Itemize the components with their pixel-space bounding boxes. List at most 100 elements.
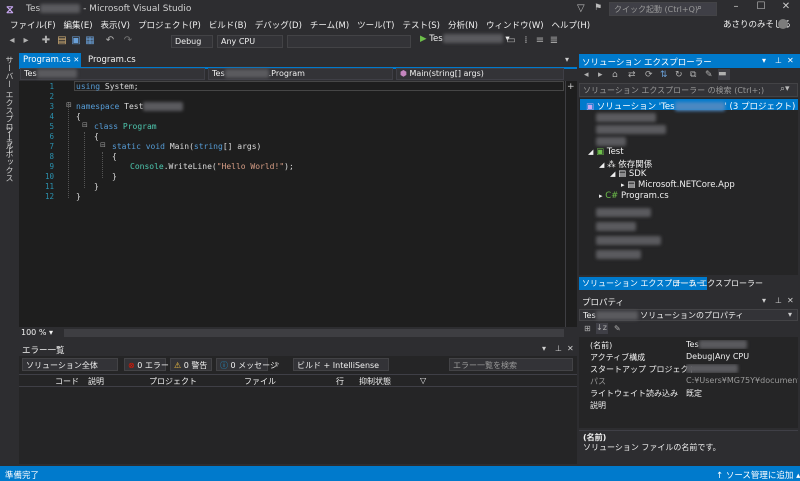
alphabetical-icon[interactable]: ↓z bbox=[596, 323, 608, 334]
menu-analyze[interactable]: 分析(N) bbox=[444, 19, 482, 31]
property-value[interactable]: C:¥Users¥MG75Y¥documents¥vi bbox=[686, 376, 798, 385]
menu-test[interactable]: テスト(S) bbox=[398, 19, 444, 31]
tree-item-project[interactable]: ◢ ▣ Test bbox=[588, 147, 624, 157]
forward-icon[interactable]: ▸ bbox=[598, 70, 603, 80]
tree-item-sdk[interactable]: ◢ ▤ SDK bbox=[610, 169, 646, 179]
menu-view[interactable]: 表示(V) bbox=[97, 19, 134, 31]
preview-icon[interactable]: ▬ bbox=[718, 69, 730, 80]
errors-filter-button[interactable]: ⊗ 0 エラー bbox=[124, 358, 169, 371]
column-file[interactable]: ファイル bbox=[244, 376, 276, 387]
uncomment-icon[interactable]: ≣ bbox=[548, 35, 560, 46]
pin-icon[interactable]: ⊥ bbox=[775, 56, 782, 65]
redo-icon[interactable]: ↷ bbox=[122, 35, 134, 46]
property-pages-icon[interactable]: ✎ bbox=[614, 324, 621, 333]
toolbar-icon-a[interactable]: ▭ bbox=[505, 35, 517, 46]
menu-help[interactable]: ヘルプ(H) bbox=[548, 19, 595, 31]
minimize-button[interactable]: – bbox=[725, 1, 747, 17]
project-nav-select[interactable]: Tes bbox=[20, 68, 205, 80]
pin-icon[interactable]: ⊥ bbox=[775, 296, 782, 305]
column-suppression[interactable]: 抑制状態 bbox=[359, 376, 391, 387]
startup-project-select[interactable] bbox=[287, 35, 411, 48]
tab-program-cs[interactable]: Program.cs bbox=[84, 53, 140, 67]
pin-icon[interactable]: ⊥ bbox=[555, 344, 562, 353]
refresh-icon[interactable]: ↻ bbox=[675, 70, 683, 80]
property-value[interactable] bbox=[686, 364, 798, 373]
filter-icon[interactable]: ▿ bbox=[275, 360, 279, 369]
property-name: (名前) bbox=[590, 341, 613, 350]
code-editor[interactable] bbox=[19, 81, 577, 327]
editor-horizontal-scrollbar[interactable] bbox=[64, 329, 564, 337]
configuration-select[interactable]: Debug bbox=[171, 35, 213, 48]
start-debugging-button[interactable]: ▶ Tes ▾ bbox=[420, 34, 510, 44]
editor-vertical-scrollbar[interactable] bbox=[565, 81, 577, 327]
tab-list-dropdown-icon[interactable]: ▾ bbox=[565, 55, 569, 64]
window-position-icon[interactable]: ▾ bbox=[762, 296, 766, 305]
error-list-search-input[interactable]: エラー一覧を検索 bbox=[449, 358, 573, 371]
column-project[interactable]: プロジェクト bbox=[149, 376, 197, 387]
comment-icon[interactable]: ≡ bbox=[534, 35, 546, 46]
quick-launch-flag-icon[interactable]: ⚑ bbox=[594, 3, 602, 13]
close-panel-icon[interactable]: ✕ bbox=[567, 344, 574, 353]
tree-item-solution[interactable]: ▣ ソリューション 'Tes ' (3 プロジェクト) bbox=[586, 100, 795, 112]
collapse-icon[interactable]: ⊟ bbox=[66, 101, 72, 109]
sync-icon[interactable]: ⇅ bbox=[660, 70, 668, 80]
switch-views-icon[interactable]: ⇄ bbox=[628, 70, 636, 80]
class-nav-select[interactable]: Tes .Program bbox=[208, 68, 393, 80]
close-button[interactable]: ✕ bbox=[775, 1, 797, 17]
pending-changes-icon[interactable]: ⟳ bbox=[645, 70, 653, 80]
chevron-down-icon[interactable]: ▾ bbox=[788, 310, 792, 319]
tab-team-explorer[interactable]: チーム エクスプローラー bbox=[670, 277, 766, 290]
back-icon[interactable]: ◂ bbox=[6, 35, 18, 46]
open-folder-icon[interactable]: ▤ bbox=[56, 35, 68, 46]
collapse-icon[interactable]: ⊟ bbox=[100, 141, 106, 149]
home-icon[interactable]: ⌂ bbox=[612, 70, 618, 80]
save-all-icon[interactable]: ▦ bbox=[84, 35, 96, 46]
window-position-icon[interactable]: ▾ bbox=[542, 344, 546, 353]
tree-item-framework[interactable]: ▸ ▤ Microsoft.NETCore.App bbox=[621, 180, 735, 190]
column-filter-icon[interactable]: ▽ bbox=[420, 376, 426, 385]
build-intellisense-select[interactable]: ビルド + IntelliSense bbox=[293, 358, 389, 371]
wrench-icon[interactable]: ✎ bbox=[705, 70, 713, 80]
tab-program-cs-active[interactable]: Program.cs ✕ bbox=[19, 53, 81, 67]
collapse-all-icon[interactable]: ⧉ bbox=[690, 70, 696, 80]
window-position-icon[interactable]: ▾ bbox=[762, 56, 766, 65]
menu-build[interactable]: ビルド(B) bbox=[205, 19, 251, 31]
split-editor-icon[interactable]: + bbox=[567, 82, 575, 92]
messages-filter-button[interactable]: ⓘ 0 メッセージ bbox=[216, 358, 278, 371]
column-description[interactable]: 説明 bbox=[88, 376, 104, 387]
avatar[interactable] bbox=[778, 19, 788, 29]
filter-icon[interactable]: ▽ bbox=[577, 3, 585, 14]
menu-team[interactable]: チーム(M) bbox=[306, 19, 353, 31]
menu-project[interactable]: プロジェクト(P) bbox=[134, 19, 205, 31]
menu-tools[interactable]: ツール(T) bbox=[353, 19, 398, 31]
property-value[interactable]: 既定 bbox=[686, 388, 798, 399]
property-value[interactable]: Tes bbox=[686, 340, 798, 349]
property-value[interactable]: Debug|Any CPU bbox=[686, 352, 798, 361]
tree-item-program-cs[interactable]: ▸ C# Program.cs bbox=[599, 191, 669, 201]
member-nav-select[interactable]: ⬢ Main(string[] args) bbox=[396, 68, 564, 80]
toolbox-tab[interactable]: ツールボックス bbox=[4, 126, 15, 182]
warnings-filter-button[interactable]: ⚠ 0 警告 bbox=[170, 358, 212, 371]
maximize-button[interactable]: ☐ bbox=[750, 1, 772, 17]
back-icon[interactable]: ◂ bbox=[584, 70, 589, 80]
menu-debug[interactable]: デバッグ(D) bbox=[251, 19, 306, 31]
toolbar-icon-b[interactable]: ⁞ bbox=[520, 35, 532, 46]
collapse-icon[interactable]: ⊟ bbox=[82, 121, 88, 129]
new-project-icon[interactable]: ✚ bbox=[40, 35, 52, 46]
add-to-source-control-button[interactable]: ↑ ソース管理に追加 ▴ bbox=[716, 469, 800, 481]
column-code[interactable]: コード bbox=[55, 376, 79, 387]
menu-window[interactable]: ウィンドウ(W) bbox=[482, 19, 548, 31]
close-panel-icon[interactable]: ✕ bbox=[787, 56, 794, 65]
search-icon[interactable]: ⌕▾ bbox=[780, 84, 790, 94]
menu-file[interactable]: ファイル(F) bbox=[6, 19, 60, 31]
forward-icon[interactable]: ▸ bbox=[20, 35, 32, 46]
close-panel-icon[interactable]: ✕ bbox=[787, 296, 794, 305]
save-icon[interactable]: ▣ bbox=[70, 35, 82, 46]
platform-select[interactable]: Any CPU bbox=[217, 35, 283, 48]
categorized-icon[interactable]: ⊞ bbox=[584, 324, 591, 333]
zoom-level-select[interactable]: 100 % ▾ bbox=[21, 328, 53, 337]
menu-edit[interactable]: 編集(E) bbox=[60, 19, 97, 31]
undo-icon[interactable]: ↶ bbox=[104, 35, 116, 46]
error-scope-select[interactable]: ソリューション全体 bbox=[22, 358, 118, 371]
column-line[interactable]: 行 bbox=[336, 376, 344, 387]
